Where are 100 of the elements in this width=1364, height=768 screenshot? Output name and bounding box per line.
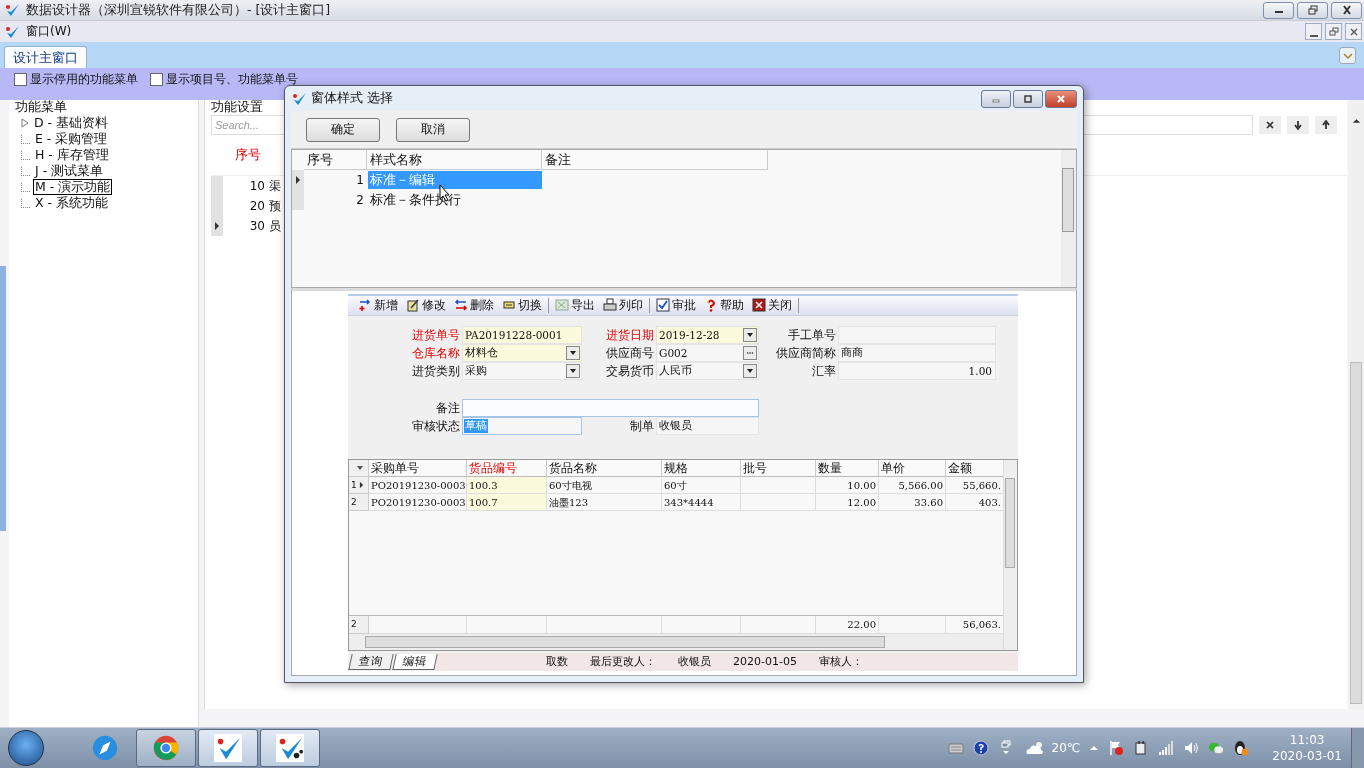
dropdown-button[interactable]: [566, 364, 580, 378]
caret-icon: [746, 368, 754, 374]
toolbar-button[interactable]: 帮助: [700, 296, 748, 315]
tree-item[interactable]: M - 演示功能: [33, 179, 113, 195]
scrollbar-thumb[interactable]: [1350, 362, 1362, 704]
tree-item[interactable]: E - 采购管理: [33, 131, 110, 147]
tree-item[interactable]: H - 库存管理: [33, 147, 111, 163]
toolbar-button[interactable]: 审批: [652, 296, 700, 315]
clear-button[interactable]: [1259, 116, 1281, 134]
caret-icon[interactable]: [355, 465, 364, 471]
panel-title: 功能设置: [211, 100, 264, 113]
dropdown-button[interactable]: [743, 328, 757, 342]
minimize-button[interactable]: [1305, 23, 1322, 40]
scrollbar[interactable]: [1061, 150, 1076, 287]
toolbar-button[interactable]: 切换: [498, 296, 546, 315]
close-button[interactable]: [1331, 1, 1362, 19]
arrow-down-icon: [1293, 120, 1303, 130]
tree-item[interactable]: D - 基础资料: [32, 115, 111, 131]
compass-icon: [91, 734, 119, 762]
scrollbar-thumb[interactable]: [1005, 478, 1015, 568]
toolbar-button[interactable]: 关闭: [748, 296, 796, 315]
volume-icon[interactable]: [1183, 740, 1200, 756]
checkbox[interactable]: [14, 73, 27, 86]
toolbar-button[interactable]: 新增: [354, 296, 402, 315]
column-header[interactable]: 规格: [662, 460, 741, 477]
tab[interactable]: 设计主窗口: [4, 46, 87, 68]
column-header[interactable]: 采购单号: [369, 460, 467, 477]
tree-line: [21, 166, 30, 176]
keyboard-icon[interactable]: [947, 740, 964, 756]
taskbar-app[interactable]: [136, 729, 196, 767]
field-label: 仓库名称: [411, 345, 460, 362]
table-cell-text: 渠: [268, 177, 281, 195]
scroll-up-icon: [1352, 118, 1361, 124]
chat-icon[interactable]: [1208, 740, 1225, 756]
close-icon: [1340, 5, 1353, 15]
previous-button[interactable]: [1315, 116, 1337, 134]
column-header[interactable]: 货品名称: [547, 460, 662, 477]
table-cell-text: 30: [248, 219, 265, 233]
minimize-button[interactable]: [1263, 1, 1294, 19]
input-field[interactable]: [462, 399, 759, 417]
row-selector[interactable]: [211, 216, 223, 236]
arrow-up-icon: [1321, 120, 1331, 130]
input-field[interactable]: 2019-12-28: [656, 326, 759, 344]
column-header[interactable]: 金额: [946, 460, 1003, 477]
row-pointer-icon: [358, 481, 364, 489]
taskbar-app[interactable]: [198, 729, 258, 767]
column-header[interactable]: 批号: [741, 460, 816, 477]
tray-app-icon[interactable]: [1233, 740, 1250, 756]
help-icon: [704, 298, 718, 313]
toolbar-button[interactable]: 删除: [450, 296, 498, 315]
field-label: 制单: [629, 418, 654, 435]
column-header[interactable]: 备注: [542, 150, 768, 171]
menu-item[interactable]: 窗口(W): [26, 23, 72, 40]
expand-arrow-icon[interactable]: [21, 118, 29, 128]
tree-item[interactable]: J - 测试菜单: [33, 163, 106, 179]
column-header[interactable]: 数量: [816, 460, 879, 477]
dropdown-button[interactable]: [743, 364, 757, 378]
scrollbar[interactable]: [0, 266, 6, 531]
next-button[interactable]: [1287, 116, 1309, 134]
help-icon[interactable]: [972, 740, 989, 756]
tab[interactable]: 编辑: [392, 654, 438, 670]
start-button[interactable]: [8, 730, 44, 766]
field-label: 交易货币: [605, 363, 654, 380]
column-header[interactable]: 货品编号: [467, 460, 547, 477]
tree-item[interactable]: X - 系统功能: [33, 195, 111, 211]
status-text: 审核人：: [818, 654, 863, 670]
caret-icon: [746, 332, 754, 338]
checkbox[interactable]: [150, 73, 163, 86]
restore-button[interactable]: [1325, 23, 1342, 40]
table-cell-text: 员: [268, 217, 281, 235]
toolbar-button[interactable]: 列印: [599, 296, 647, 315]
row-selector[interactable]: [292, 170, 304, 191]
scrollbar-thumb[interactable]: [1062, 168, 1074, 233]
scrollbar[interactable]: [1003, 460, 1017, 650]
column-header[interactable]: 单价: [879, 460, 946, 477]
field-label: 进货类别: [411, 363, 460, 380]
close-icon: [1055, 94, 1067, 103]
print-icon: [603, 298, 617, 313]
dropdown-button[interactable]: [566, 346, 580, 360]
export-icon: [555, 298, 569, 313]
column-header[interactable]: 样式名称: [367, 150, 542, 171]
table-cell: 343*4444: [662, 494, 741, 511]
taskbar-app[interactable]: [260, 729, 320, 767]
scrollbar[interactable]: [1349, 100, 1364, 709]
tree-line: [21, 198, 30, 208]
close-button[interactable]: [1345, 23, 1362, 40]
input-field[interactable]: PA20191228-0001: [462, 326, 582, 344]
toolbar-button[interactable]: 修改: [402, 296, 450, 315]
show-desktop-button[interactable]: [1351, 728, 1364, 768]
flag-icon[interactable]: [1108, 740, 1125, 756]
show-hidden-icons[interactable]: [1089, 744, 1100, 752]
maximize-button[interactable]: [1013, 89, 1043, 108]
column-header[interactable]: 序号: [304, 150, 367, 171]
signal-icon[interactable]: [1158, 740, 1175, 756]
delete-icon: [454, 298, 468, 313]
dialog-button[interactable]: 取消: [396, 117, 470, 142]
scrollbar-thumb[interactable]: [365, 636, 885, 648]
dialog-button[interactable]: 确定: [306, 117, 380, 142]
toolbar-button[interactable]: 导出: [551, 296, 599, 315]
tab[interactable]: 查询: [348, 654, 394, 670]
